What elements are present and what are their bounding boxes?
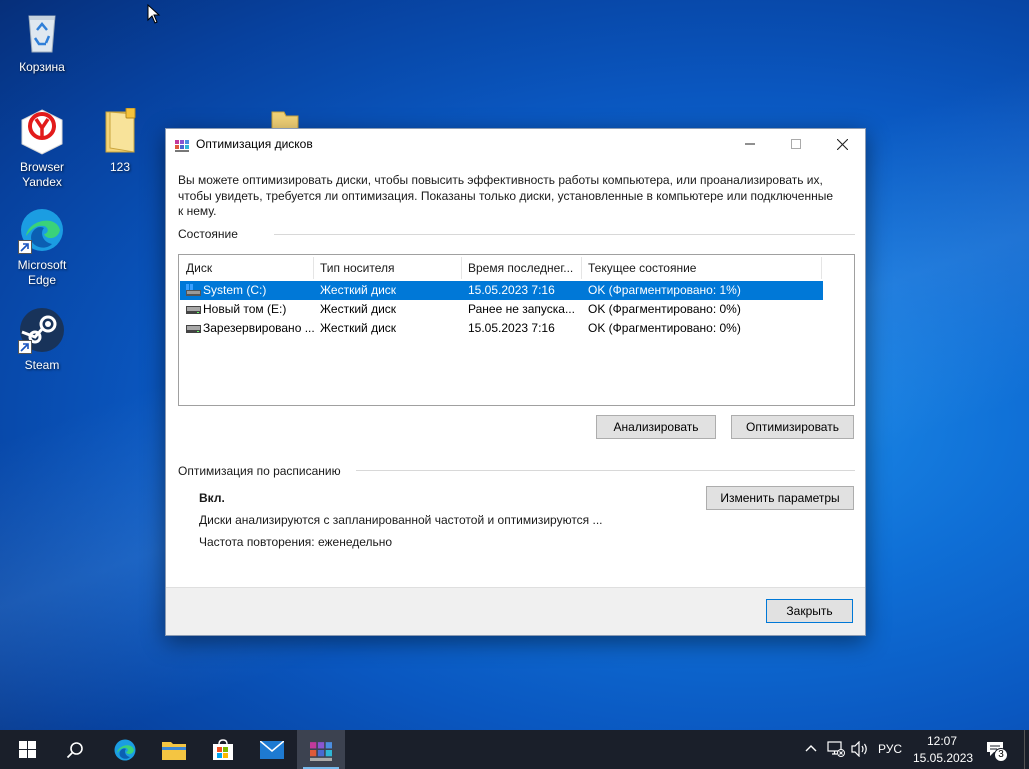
- mouse-cursor-icon: [147, 4, 161, 24]
- column-header-status[interactable]: Текущее состояние: [581, 255, 821, 281]
- close-button[interactable]: Закрыть: [766, 599, 853, 623]
- drive-status: OK (Фрагментировано: 0%): [588, 321, 741, 335]
- minimize-icon: [745, 143, 755, 145]
- steam-shortcut[interactable]: Steam: [4, 306, 80, 373]
- title-bar[interactable]: Оптимизация дисков: [166, 129, 865, 159]
- drive-row[interactable]: Зарезервировано ... Жесткий диск 15.05.2…: [180, 319, 823, 338]
- close-window-button[interactable]: [819, 129, 865, 159]
- show-hidden-icons-icon[interactable]: [805, 744, 817, 752]
- drive-media-type: Жесткий диск: [320, 302, 397, 316]
- recycle-bin-shortcut[interactable]: Корзина: [4, 8, 80, 75]
- network-icon[interactable]: [827, 741, 845, 757]
- status-divider: [274, 234, 855, 235]
- maximize-icon: [791, 139, 801, 149]
- drives-list[interactable]: Диск Тип носителя Время последнег... Тек…: [178, 254, 855, 406]
- maximize-button[interactable]: [773, 129, 819, 159]
- clock-time[interactable]: 12:07: [927, 734, 957, 748]
- edge-label: Microsoft Edge: [17, 258, 67, 287]
- file-explorer-icon: [162, 741, 186, 760]
- optimize-drives-window: Оптимизация дисков Вы можете оптимизиров…: [165, 128, 866, 636]
- steam-label: Steam: [24, 358, 60, 372]
- yandex-browser-label: Browser Yandex: [19, 160, 64, 189]
- input-language[interactable]: РУС: [878, 742, 902, 756]
- close-icon: [836, 138, 848, 150]
- notifications-button[interactable]: 3: [984, 739, 1010, 762]
- drive-status: OK (Фрагментировано: 1%): [588, 283, 741, 297]
- shortcut-arrow-icon: [18, 340, 32, 354]
- yandex-browser-icon: [18, 108, 66, 156]
- taskbar: РУС 12:07 15.05.2023 3: [0, 730, 1029, 769]
- edge-icon: [114, 739, 136, 760]
- drives-list-header: Диск Тип носителя Время последнег... Тек…: [179, 255, 854, 281]
- search-icon: [66, 741, 83, 758]
- taskbar-edge[interactable]: [101, 730, 149, 769]
- change-settings-button[interactable]: Изменить параметры: [706, 486, 854, 510]
- drive-row[interactable]: Новый том (E:) Жесткий диск Ранее не зап…: [180, 300, 823, 319]
- drive-media-type: Жесткий диск: [320, 283, 397, 297]
- taskbar-optimize-drives[interactable]: [297, 730, 345, 769]
- notifications-count-badge: 3: [994, 748, 1008, 762]
- edge-shortcut[interactable]: Microsoft Edge: [4, 206, 80, 288]
- column-header-media-type[interactable]: Тип носителя: [313, 255, 461, 281]
- defrag-app-icon: [310, 741, 332, 761]
- shortcut-arrow-icon: [18, 240, 32, 254]
- recycle-bin-icon: [18, 8, 66, 56]
- mail-icon: [260, 740, 284, 759]
- dialog-footer: Закрыть: [166, 587, 865, 635]
- optimize-button[interactable]: Оптимизировать: [731, 415, 854, 439]
- column-header-last-run[interactable]: Время последнег...: [461, 255, 581, 281]
- drive-last-run: 15.05.2023 7:16: [468, 283, 555, 297]
- taskbar-store[interactable]: [199, 730, 247, 769]
- drive-row[interactable]: System (C:) Жесткий диск 15.05.2023 7:16…: [180, 281, 823, 300]
- yandex-browser-shortcut[interactable]: Browser Yandex: [4, 108, 80, 190]
- status-section-label: Состояние: [178, 227, 238, 241]
- taskbar-mail[interactable]: [248, 730, 296, 769]
- schedule-divider: [356, 470, 855, 471]
- minimize-button[interactable]: [727, 129, 773, 159]
- column-separator: [821, 257, 822, 279]
- intro-text: Вы можете оптимизировать диски, чтобы по…: [178, 173, 834, 218]
- schedule-section-label: Оптимизация по расписанию: [178, 464, 341, 478]
- schedule-state: Вкл.: [199, 491, 225, 505]
- show-desktop-button[interactable]: [1024, 730, 1029, 769]
- drive-last-run: 15.05.2023 7:16: [468, 321, 555, 335]
- column-header-disk[interactable]: Диск: [179, 255, 313, 281]
- drive-media-type: Жесткий диск: [320, 321, 397, 335]
- drive-name: Зарезервировано ...: [203, 321, 314, 335]
- folder-123-label: 123: [109, 160, 131, 174]
- recycle-bin-label: Корзина: [19, 60, 65, 74]
- windows-logo-icon: [18, 741, 36, 758]
- drive-name: Новый том (E:): [203, 302, 287, 316]
- window-title: Оптимизация дисков: [196, 137, 313, 151]
- search-button[interactable]: [51, 730, 99, 769]
- clock-date[interactable]: 15.05.2023: [913, 751, 973, 765]
- analyze-button[interactable]: Анализировать: [596, 415, 716, 439]
- drive-last-run: Ранее не запуска...: [468, 302, 575, 316]
- volume-icon[interactable]: [851, 741, 869, 757]
- drive-status: OK (Фрагментировано: 0%): [588, 302, 741, 316]
- store-icon: [213, 738, 233, 760]
- drive-name: System (C:): [203, 283, 267, 297]
- start-button[interactable]: [3, 730, 51, 769]
- taskbar-file-explorer[interactable]: [150, 730, 198, 769]
- locked-folder-icon: [96, 107, 144, 156]
- defrag-app-icon: [175, 140, 189, 152]
- schedule-description: Диски анализируются с запланированной ча…: [199, 513, 603, 527]
- steam-icon: [18, 306, 66, 354]
- edge-icon: [18, 206, 66, 254]
- folder-123-shortcut[interactable]: 123: [82, 107, 158, 175]
- schedule-frequency: Частота повторения: еженедельно: [199, 535, 393, 549]
